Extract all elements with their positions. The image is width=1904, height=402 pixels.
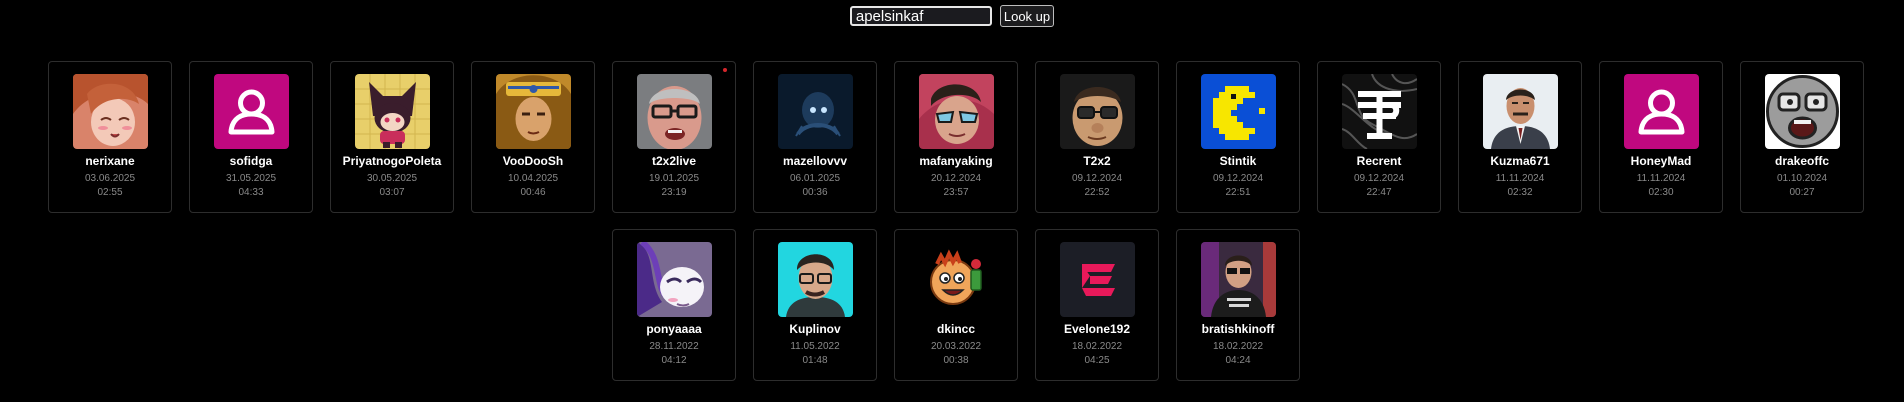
follow-date: 18.02.2022 — [1071, 341, 1123, 352]
recrent-logo-avatar — [1341, 74, 1417, 149]
channel-name: Kuplinov — [789, 322, 841, 336]
channel-card-nerixane[interactable]: nerixane 03.06.2025 02:55 — [48, 61, 172, 213]
pony-avatar — [636, 242, 712, 317]
follow-time: 01:48 — [802, 355, 828, 366]
anime-girl-avatar — [72, 74, 148, 149]
channel-name: ponyaaaa — [646, 322, 702, 336]
channels-row-2: ponyaaaa 28.11.2022 04:12 Kuplinov 11.05… — [612, 229, 1300, 381]
follow-date: 09.12.2024 — [1353, 173, 1405, 184]
cartoon-man-avatar — [1059, 74, 1135, 149]
follow-date: 31.05.2025 — [225, 173, 277, 184]
follow-date: 09.12.2024 — [1071, 173, 1123, 184]
cartoon-orange-face-avatar — [918, 242, 994, 317]
follow-date: 18.02.2022 — [1212, 341, 1264, 352]
channel-card-bratishkinoff[interactable]: bratishkinoff 18.02.2022 04:24 — [1176, 229, 1300, 381]
username-search-input[interactable] — [849, 6, 992, 26]
followed-channels-grid: nerixane 03.06.2025 02:55 sofidga 31.05.… — [41, 61, 1871, 381]
channel-card-drakeoffc[interactable]: drakeoffc 01.10.2024 00:27 — [1740, 61, 1864, 213]
channel-card-evelone192[interactable]: Evelone192 18.02.2022 04:25 — [1035, 229, 1159, 381]
live-indicator-icon — [723, 68, 727, 72]
channel-name: dkincc — [936, 322, 975, 336]
channel-name: HoneyMad — [1630, 154, 1692, 168]
dark-creature-avatar — [777, 74, 853, 149]
cat-hood-character-avatar — [354, 74, 430, 149]
follow-time: 03:07 — [379, 187, 405, 198]
channel-card-t2x2[interactable]: T2x2 09.12.2024 22:52 — [1035, 61, 1159, 213]
follow-date: 11.05.2022 — [790, 341, 840, 352]
pacman-avatar — [1200, 74, 1276, 149]
evelone-logo-avatar — [1059, 242, 1135, 317]
follow-time: 00:27 — [1789, 187, 1815, 198]
channel-card-dkincc[interactable]: dkincc 20.03.2022 00:38 — [894, 229, 1018, 381]
channels-row-1: nerixane 03.06.2025 02:55 sofidga 31.05.… — [48, 61, 1864, 213]
default-user-avatar — [1623, 74, 1699, 149]
channel-name: mafanyaking — [919, 154, 993, 168]
follow-time: 02:55 — [97, 187, 123, 198]
follow-time: 00:46 — [520, 187, 546, 198]
follow-time: 04:12 — [661, 355, 687, 366]
follow-time: 22:52 — [1084, 187, 1110, 198]
channel-name: sofidga — [229, 154, 273, 168]
channel-card-mazellovvv[interactable]: mazellovvv 06.01.2025 00:36 — [753, 61, 877, 213]
follow-time: 00:36 — [802, 187, 828, 198]
follow-date: 09.12.2024 — [1212, 173, 1264, 184]
follow-date: 30.05.2025 — [366, 173, 418, 184]
follow-time: 22:47 — [1366, 187, 1392, 198]
follow-date: 11.11.2024 — [1636, 173, 1686, 184]
channel-name: drakeoffc — [1774, 154, 1830, 168]
follow-date: 11.11.2024 — [1495, 173, 1545, 184]
man-cyan-background-avatar — [777, 242, 853, 317]
channel-name: Stintik — [1219, 154, 1257, 168]
follow-time: 04:24 — [1225, 355, 1251, 366]
channel-name: PriyatnogoPoleta — [342, 154, 442, 168]
man-glasses-avatar — [636, 74, 712, 149]
channel-name: Kuzma671 — [1490, 154, 1550, 168]
follow-time: 02:32 — [1507, 187, 1533, 198]
screaming-face-avatar — [1764, 74, 1840, 149]
channel-card-recrent[interactable]: Recrent 09.12.2024 22:47 — [1317, 61, 1441, 213]
streamer-room-avatar — [1200, 242, 1276, 317]
channel-name: Evelone192 — [1063, 322, 1131, 336]
follow-date: 10.04.2025 — [507, 173, 559, 184]
follow-time: 00:38 — [943, 355, 969, 366]
channel-card-t2x2live[interactable]: t2x2live 19.01.2025 23:19 — [612, 61, 736, 213]
follow-time: 22:51 — [1225, 187, 1251, 198]
channel-name: t2x2live — [651, 154, 697, 168]
channel-name: nerixane — [85, 154, 135, 168]
pharaoh-avatar — [495, 74, 571, 149]
channel-card-priyatnogopoleta[interactable]: PriyatnogoPoleta 30.05.2025 03:07 — [330, 61, 454, 213]
channel-name: bratishkinoff — [1201, 322, 1275, 336]
channel-card-kuplinov[interactable]: Kuplinov 11.05.2022 01:48 — [753, 229, 877, 381]
default-user-avatar — [213, 74, 289, 149]
search-bar: Look up — [0, 5, 1904, 27]
channel-name: VooDooSh — [502, 154, 564, 168]
follow-time: 04:33 — [238, 187, 264, 198]
follow-date: 01.10.2024 — [1776, 173, 1828, 184]
follow-date: 20.12.2024 — [930, 173, 982, 184]
channel-card-ponyaaaa[interactable]: ponyaaaa 28.11.2022 04:12 — [612, 229, 736, 381]
follow-date: 20.03.2022 — [930, 341, 982, 352]
follow-date: 19.01.2025 — [648, 173, 700, 184]
channel-card-sofidga[interactable]: sofidga 31.05.2025 04:33 — [189, 61, 313, 213]
channel-card-voodoosh[interactable]: VooDooSh 10.04.2025 00:46 — [471, 61, 595, 213]
look-up-button[interactable]: Look up — [999, 5, 1055, 27]
channel-card-stintik[interactable]: Stintik 09.12.2024 22:51 — [1176, 61, 1300, 213]
channel-name: mazellovvv — [782, 154, 848, 168]
follow-time: 23:19 — [661, 187, 687, 198]
channel-name: Recrent — [1356, 154, 1402, 168]
follow-date: 06.01.2025 — [789, 173, 841, 184]
follow-time: 04:25 — [1084, 355, 1110, 366]
channel-card-kuzma671[interactable]: Kuzma671 11.11.2024 02:32 — [1458, 61, 1582, 213]
follow-time: 02:30 — [1648, 187, 1674, 198]
channel-name: T2x2 — [1083, 154, 1111, 168]
follow-time: 23:57 — [943, 187, 969, 198]
channel-card-mafanyaking[interactable]: mafanyaking 20.12.2024 23:57 — [894, 61, 1018, 213]
channel-card-honeymad[interactable]: HoneyMad 11.11.2024 02:30 — [1599, 61, 1723, 213]
person-sunglasses-avatar — [918, 74, 994, 149]
man-suit-avatar — [1482, 74, 1558, 149]
follow-date: 03.06.2025 — [84, 173, 136, 184]
follow-date: 28.11.2022 — [649, 341, 699, 352]
